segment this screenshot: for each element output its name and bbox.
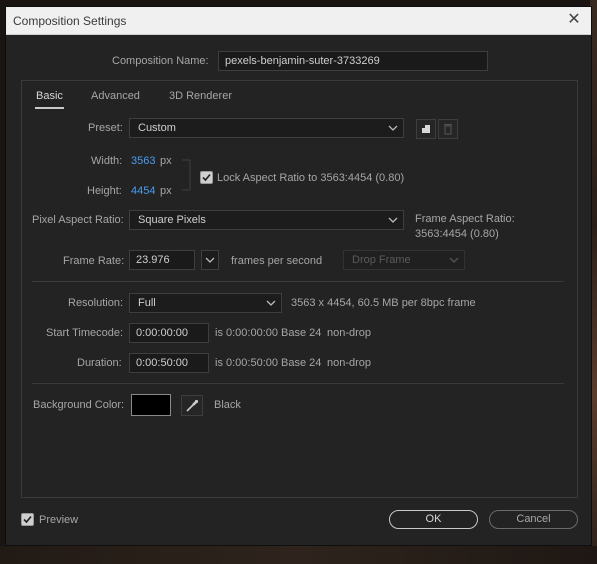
height-value[interactable]: 4454 — [131, 185, 155, 197]
preview-checkbox[interactable] — [21, 513, 34, 526]
tab-basic[interactable]: Basic — [36, 90, 63, 102]
frame-rate-unit: frames per second — [231, 255, 323, 267]
resolution-value: Full — [138, 297, 156, 309]
save-preset-icon — [422, 125, 430, 133]
eyedropper-icon — [186, 399, 199, 412]
composition-name-input[interactable]: pexels-benjamin-suter-3733269 — [218, 51, 488, 71]
resolution-dropdown[interactable]: Full — [129, 293, 282, 313]
width-label: Width: — [91, 155, 123, 167]
frame-rate-input[interactable]: 23.976 — [129, 250, 195, 270]
divider — [32, 281, 564, 282]
resolution-label: Resolution: — [68, 297, 124, 309]
start-timecode-label: Start Timecode: — [46, 327, 124, 339]
height-unit: px — [160, 185, 172, 197]
duration-label: Duration: — [77, 357, 122, 369]
chevron-down-icon — [388, 125, 398, 131]
cancel-button[interactable]: Cancel — [489, 510, 578, 529]
link-bracket-icon — [182, 159, 191, 191]
eyedropper-button[interactable] — [181, 395, 203, 416]
window-title: Composition Settings — [13, 14, 127, 28]
background-color-label: Background Color: — [33, 399, 125, 411]
background-color-swatch[interactable] — [131, 394, 171, 416]
close-icon[interactable]: ✕ — [565, 11, 583, 29]
preset-value: Custom — [138, 122, 176, 134]
duration-is: is 0:00:50:00 — [215, 357, 278, 369]
composition-settings-dialog: Composition Settings ✕ Composition Name:… — [5, 6, 592, 546]
chevron-down-icon — [266, 300, 276, 306]
tab-basic-underline — [35, 107, 64, 109]
lock-aspect-checkbox[interactable] — [200, 171, 213, 184]
title-bar[interactable]: Composition Settings ✕ — [6, 7, 591, 35]
ok-button[interactable]: OK — [389, 510, 478, 529]
checkmark-icon — [23, 515, 32, 524]
delete-preset-button[interactable] — [438, 119, 458, 139]
frame-rate-preset-dropdown[interactable] — [201, 250, 219, 270]
start-timecode-base: Base 24 — [281, 327, 322, 339]
composition-name-label: Composition Name: — [112, 55, 209, 67]
settings-panel: Basic Advanced 3D Renderer — [21, 80, 578, 498]
frame-aspect-label: Frame Aspect Ratio: — [415, 213, 515, 225]
preset-label: Preset: — [88, 122, 123, 134]
tab-advanced[interactable]: Advanced — [91, 90, 140, 102]
save-preset-button[interactable] — [416, 119, 436, 139]
width-value[interactable]: 3563 — [131, 155, 155, 167]
trash-icon — [444, 124, 452, 135]
width-unit: px — [160, 155, 172, 167]
start-timecode-input[interactable]: 0:00:00:00 — [129, 323, 209, 343]
chevron-down-icon — [449, 257, 459, 263]
start-timecode-is: is 0:00:00:00 — [215, 327, 278, 339]
chevron-down-icon — [205, 257, 215, 263]
pixel-aspect-value: Square Pixels — [138, 214, 206, 226]
preset-dropdown[interactable]: Custom — [129, 118, 404, 138]
pixel-aspect-label: Pixel Aspect Ratio: — [32, 214, 124, 226]
chevron-down-icon — [388, 217, 398, 223]
lock-aspect-label: Lock Aspect Ratio to 3563:4454 (0.80) — [217, 172, 405, 184]
drop-frame-value: Drop Frame — [352, 254, 411, 266]
background-color-name: Black — [214, 399, 241, 411]
resolution-info: 3563 x 4454, 60.5 MB per 8bpc frame — [291, 297, 476, 309]
checkmark-icon — [202, 173, 211, 182]
preview-label: Preview — [39, 514, 79, 526]
height-label: Height: — [87, 185, 122, 197]
duration-mode: non-drop — [327, 357, 372, 369]
divider — [32, 383, 564, 384]
tab-3d-renderer[interactable]: 3D Renderer — [169, 90, 232, 102]
frame-aspect-value: 3563:4454 (0.80) — [415, 228, 499, 240]
background-photo-edge-bottom — [0, 546, 597, 564]
start-timecode-mode: non-drop — [327, 327, 372, 339]
duration-input[interactable]: 0:00:50:00 — [129, 353, 209, 373]
frame-rate-label: Frame Rate: — [63, 255, 125, 267]
drop-frame-dropdown: Drop Frame — [343, 250, 465, 270]
duration-base: Base 24 — [281, 357, 322, 369]
pixel-aspect-dropdown[interactable]: Square Pixels — [129, 210, 404, 230]
